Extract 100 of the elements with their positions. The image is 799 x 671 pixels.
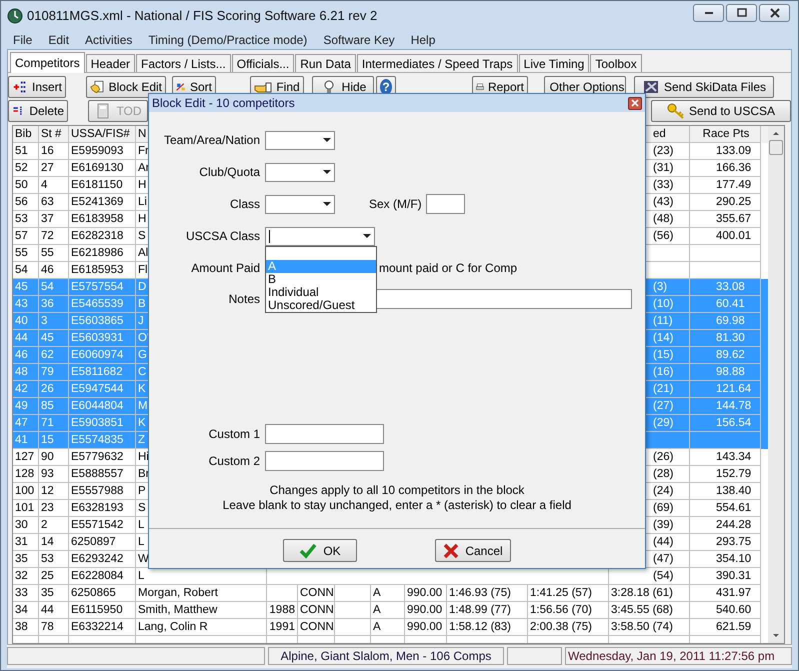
table-row[interactable]: 34 44 E6115950 Smith, Matthew 1988 CONN A 990.00 1:48.99 (77) 1:56.56 (70) 3:45.55 (68) 540.60	[13, 602, 768, 619]
table-cell: E6282318	[69, 228, 136, 245]
table-cell: 52	[13, 160, 39, 177]
table-cell: 1:46.93 (75)	[447, 585, 528, 602]
dropdown[interactable]	[265, 226, 375, 246]
field-label: Sex (M/F)	[369, 197, 422, 211]
close-button[interactable]	[759, 4, 790, 22]
toolbar-button[interactable]: Send SkiData Files	[634, 76, 774, 98]
table-cell: 31	[13, 534, 39, 551]
key-icon	[666, 103, 685, 119]
field-label: Amount Paid	[190, 261, 260, 275]
input-field[interactable]	[265, 424, 384, 444]
table-cell: 2:00.38 (75)	[528, 619, 609, 636]
toolbar-button[interactable]: Block Edit	[86, 76, 166, 98]
menu-item[interactable]: Edit	[48, 32, 70, 46]
table-cell: E6228084	[69, 568, 136, 585]
table-cell: 32	[13, 568, 39, 585]
column-header[interactable]: Bib	[13, 126, 39, 143]
dropdown[interactable]	[265, 130, 335, 150]
caret-icon	[322, 138, 330, 142]
table-cell: E5241369	[69, 194, 136, 211]
table-cell: 25	[39, 568, 69, 585]
table-cell: 3:58.50 (74)	[609, 619, 690, 636]
maximize-button[interactable]	[726, 4, 757, 22]
table-cell: Morgan, Robert	[136, 585, 267, 602]
dialog-title: Block Edit - 10 competitors	[152, 96, 295, 110]
scroll-thumb[interactable]	[769, 140, 783, 155]
tab[interactable]: Live Timing	[518, 54, 590, 72]
column-header[interactable]: USSA/FIS#	[69, 126, 136, 143]
table-cell: 152.79	[690, 466, 761, 483]
table-cell: 1991	[267, 619, 298, 636]
dropdown-option[interactable]: Unscored/Guest	[266, 299, 376, 312]
tab[interactable]: Run Data	[295, 54, 356, 72]
maximize-icon	[736, 8, 746, 18]
table-cell: 1:56.56 (70)	[528, 602, 609, 619]
tab[interactable]: Intermediates / Speed Traps	[356, 54, 518, 72]
dropdown[interactable]	[265, 194, 335, 214]
table-cell: 44	[39, 602, 69, 619]
tab[interactable]: Header	[86, 54, 136, 72]
dropdown[interactable]	[265, 162, 335, 182]
toolbar-button[interactable]: Delete	[8, 100, 68, 122]
table-cell: E6115950	[69, 602, 136, 619]
table-cell: 53	[39, 551, 69, 568]
table-cell: E6169130	[69, 160, 136, 177]
dropdown-option[interactable]: B	[266, 273, 376, 286]
cancel-button[interactable]: Cancel	[435, 539, 511, 562]
tab[interactable]: Competitors	[10, 52, 85, 73]
minimize-button[interactable]	[693, 4, 724, 22]
input-field[interactable]	[426, 194, 465, 214]
table-row[interactable]: 33 35 6250865 Morgan, Robert CONN A 990.00 1:46.93 (75) 1:41.25 (57) 3:28.18 (61) 431.97	[13, 585, 768, 602]
table-cell: 78	[39, 619, 69, 636]
status-datetime: Wednesday, Jan 19, 2011 11:27:56 pm	[565, 647, 792, 665]
table-cell: 57	[13, 228, 39, 245]
table-cell: 400.01	[690, 228, 761, 245]
table-cell: 30	[13, 517, 39, 534]
menu-item[interactable]: Timing (Demo/Practice mode)	[148, 32, 308, 46]
menu-item[interactable]: Help	[410, 32, 436, 46]
table-cell: 244.28	[690, 517, 761, 534]
cross-icon	[443, 542, 460, 558]
table-cell: E6332214	[69, 619, 136, 636]
tab[interactable]: Factors / Lists...	[136, 54, 231, 72]
table-cell: 293.75	[690, 534, 761, 551]
column-header[interactable]: St #	[39, 126, 69, 143]
table-cell: 14	[39, 534, 69, 551]
column-header[interactable]: Race Pts	[690, 126, 761, 143]
toolbar-button[interactable]: Send to USCSA	[651, 100, 791, 122]
table-cell: 55	[39, 245, 69, 262]
table-cell: 100	[13, 483, 39, 500]
window-title: 010811MGS.xml - National / FIS Scoring Software 6.21 rev 2	[27, 8, 378, 23]
toolbar-button[interactable]: Insert	[8, 76, 66, 98]
table-cell: 3:45.55 (68)	[609, 602, 690, 619]
table-cell: A	[371, 602, 405, 619]
menu-item[interactable]: File	[13, 32, 32, 46]
table-cell: E6183958	[69, 211, 136, 228]
table-cell: 3:28.18 (61)	[609, 585, 690, 602]
table-cell: 138.40	[690, 483, 761, 500]
table-cell: 2	[39, 517, 69, 534]
table-cell: 27	[39, 160, 69, 177]
table-cell: E5574835	[69, 432, 136, 449]
tab[interactable]: Officials...	[232, 54, 294, 72]
table-row[interactable]: 38 78 E6332214 Lang, Colin R 1991 CONN A 990.00 1:58.12 (83) 2:00.38 (75) 3:58.50 (74) 621.59	[13, 619, 768, 636]
table-cell: 1:48.99 (77)	[447, 602, 528, 619]
table-cell: CONN	[298, 619, 335, 636]
table-cell: 53	[13, 211, 39, 228]
table-cell: E5557988	[69, 483, 136, 500]
table-cell: 55	[13, 245, 39, 262]
menu-item[interactable]: Software Key	[323, 32, 395, 46]
dropdown-option[interactable]: Individual	[266, 286, 376, 299]
table-cell: 1:58.12 (83)	[447, 619, 528, 636]
table-cell: CONN	[298, 602, 335, 619]
scrollbar[interactable]	[768, 126, 784, 643]
input-field[interactable]	[265, 451, 384, 471]
table-cell: A	[371, 585, 405, 602]
ok-button[interactable]: OK	[283, 539, 357, 562]
table-cell: 354.10	[690, 551, 761, 568]
close-button[interactable]	[628, 96, 642, 110]
menu-item[interactable]: Activities	[85, 32, 132, 46]
table-cell: 50	[13, 177, 39, 194]
tab[interactable]: Toolbox	[590, 54, 642, 72]
insert-row-icon	[12, 79, 28, 95]
